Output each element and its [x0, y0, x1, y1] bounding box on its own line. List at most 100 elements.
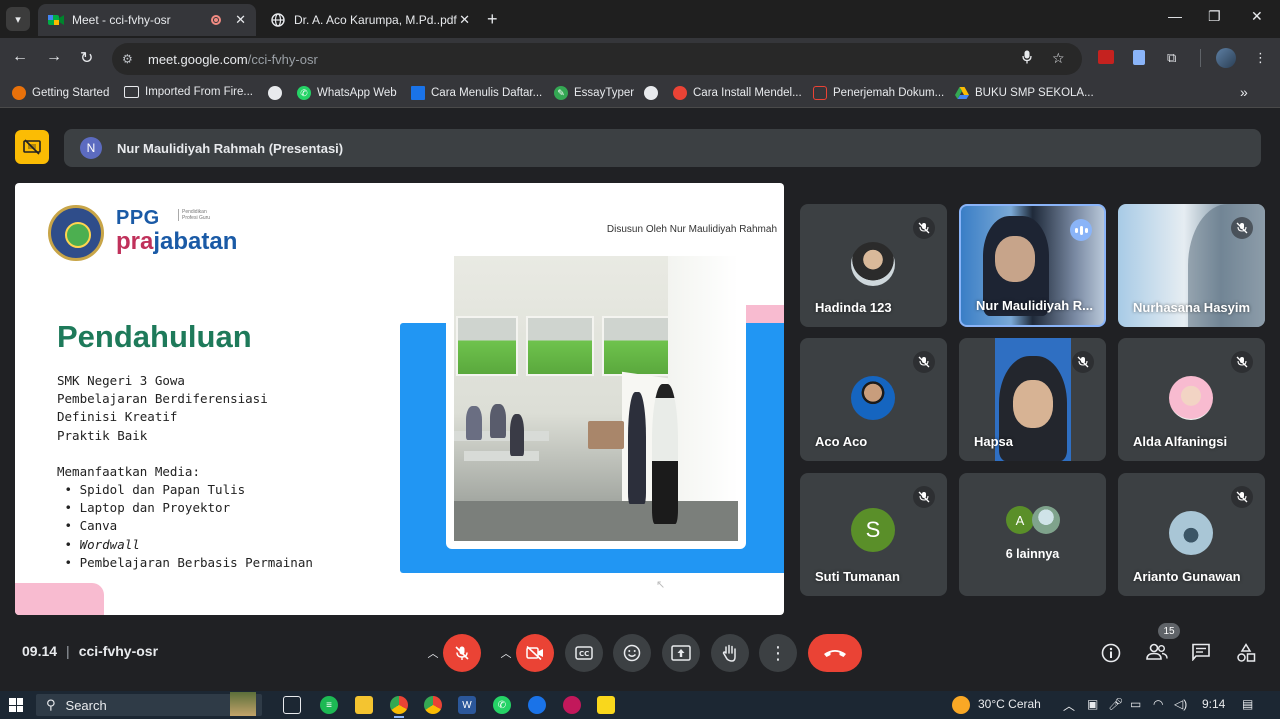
raise-hand-button[interactable]: [711, 634, 749, 672]
meet-tray-icon[interactable]: ▣: [1087, 697, 1098, 711]
bookmarks-bar: Getting Started Imported From Fire... ✆ W…: [0, 80, 1280, 108]
windows-taskbar: ⚲ Search ≡ W ✆ 30°C Cerah ︿ ▣ 🎤︎ ▭ ◠ ◁) …: [0, 691, 1280, 719]
chat-button[interactable]: [1191, 643, 1211, 666]
leave-call-button[interactable]: [808, 634, 862, 672]
minimize-button[interactable]: —: [1168, 8, 1182, 24]
participant-tile[interactable]: Hadinda 123: [800, 204, 947, 327]
bookmark-globe[interactable]: [268, 86, 288, 100]
maps-icon[interactable]: [528, 696, 546, 714]
reactions-button[interactable]: [613, 634, 651, 672]
bookmark-whatsapp[interactable]: ✆ WhatsApp Web: [297, 86, 397, 100]
people-button[interactable]: [1146, 643, 1168, 666]
weather-text[interactable]: 30°C Cerah: [978, 697, 1041, 711]
bookmark-star-icon[interactable]: ☆: [1052, 50, 1065, 67]
camera-toggle-button[interactable]: [516, 634, 554, 672]
activities-button[interactable]: [1236, 643, 1256, 668]
wifi-icon[interactable]: ◠: [1153, 697, 1163, 711]
people-icon: [1146, 643, 1168, 660]
tab-pdf[interactable]: Dr. A. Aco Karumpa, M.Pd..pdf ✕: [260, 4, 480, 36]
word-icon[interactable]: W: [458, 696, 476, 714]
captions-button[interactable]: CC: [565, 634, 603, 672]
muted-mic-icon: [913, 351, 935, 373]
participant-tile[interactable]: Alda Alfaningsi: [1118, 338, 1265, 461]
bookmark-daftar[interactable]: Cara Menulis Daftar...: [411, 86, 542, 100]
file-explorer-icon[interactable]: [355, 696, 373, 714]
hand-icon: [722, 644, 736, 662]
weather-sun-icon[interactable]: [952, 696, 970, 714]
bookmark-mendeley[interactable]: Cara Install Mendel...: [673, 86, 802, 100]
microphone-icon[interactable]: [1022, 50, 1032, 67]
site-info-icon[interactable]: ⚙: [122, 52, 140, 66]
show-hidden-icons-button[interactable]: ︿: [1063, 697, 1075, 714]
docs-extension-icon[interactable]: [1133, 50, 1145, 65]
restore-button[interactable]: ❐: [1208, 8, 1221, 25]
people-count-badge: 15: [1158, 623, 1180, 639]
bookmark-essaytyper[interactable]: ✎ EssayTyper: [554, 86, 634, 100]
extension-icon[interactable]: [1098, 50, 1114, 64]
task-view-icon[interactable]: [283, 696, 301, 714]
notifications-icon[interactable]: ▤: [1242, 697, 1253, 711]
extensions-puzzle-icon[interactable]: ⧉: [1167, 50, 1176, 66]
microphone-toggle-button[interactable]: [443, 634, 481, 672]
browser-tab-bar: ▾ Meet - cci-fvhy-osr ✕ Dr. A. Aco Karum…: [0, 0, 1280, 38]
slide-item: Praktik Baik: [57, 427, 148, 443]
audio-options-button[interactable]: ︿: [421, 634, 445, 672]
close-tab-icon[interactable]: ✕: [235, 12, 246, 28]
new-tab-button[interactable]: +: [487, 9, 498, 30]
firefox-icon: [12, 86, 26, 100]
participant-tile-active-speaker[interactable]: Nur Maulidiyah R...: [959, 204, 1106, 327]
forward-button[interactable]: →: [46, 48, 62, 66]
windows-start-button[interactable]: [9, 698, 23, 712]
bookmark-imported[interactable]: Imported From Fire...: [124, 86, 253, 98]
muted-mic-icon: [1231, 351, 1253, 373]
close-window-button[interactable]: ✕: [1251, 8, 1263, 25]
meeting-details-button[interactable]: [1101, 643, 1121, 668]
participant-initial-avatar: A: [1006, 506, 1034, 534]
participant-tile[interactable]: S Suti Tumanan: [800, 473, 947, 596]
tab-meet[interactable]: Meet - cci-fvhy-osr ✕: [38, 4, 256, 36]
chrome-profile-icon[interactable]: [424, 696, 442, 714]
chrome-menu-icon[interactable]: ⋮: [1254, 50, 1267, 66]
participant-name: Hapsa: [974, 434, 1014, 449]
taskbar-search-box[interactable]: ⚲ Search: [36, 692, 262, 716]
slide-heading: Pendahuluan: [57, 319, 252, 354]
reload-button[interactable]: ↻: [80, 48, 93, 68]
more-options-button[interactable]: ⋮: [759, 634, 797, 672]
participant-tile[interactable]: Aco Aco: [800, 338, 947, 461]
participant-initial-avatar: S: [851, 508, 895, 552]
mic-tray-icon[interactable]: 🎤︎: [1108, 697, 1123, 711]
volume-icon[interactable]: ◁): [1174, 697, 1187, 711]
chrome-icon[interactable]: [390, 696, 408, 718]
participant-tile[interactable]: Arianto Gunawan: [1118, 473, 1265, 596]
bookmark-globe-2[interactable]: [644, 86, 664, 100]
presenter-avatar: N: [80, 137, 102, 159]
taskbar-clock[interactable]: 9:14: [1202, 697, 1225, 711]
back-button[interactable]: ←: [12, 48, 28, 66]
whatsapp-icon[interactable]: ✆: [493, 696, 511, 714]
slide-body: SMK Negeri 3 Gowa Pembelajaran Berdifere…: [57, 372, 313, 572]
stop-presenting-button[interactable]: [15, 130, 49, 164]
participant-tile[interactable]: Nurhasana Hasyim: [1118, 204, 1265, 327]
bookmark-buku-smp[interactable]: BUKU SMP SEKOLA...: [955, 86, 1094, 100]
mic-off-icon: [455, 646, 469, 660]
tab-search-button[interactable]: ▾: [6, 7, 30, 31]
participant-tile[interactable]: Hapsa: [959, 338, 1106, 461]
url-text[interactable]: meet.google.com/cci-fvhy-osr: [148, 52, 318, 67]
close-tab-icon[interactable]: ✕: [459, 12, 470, 28]
slide-item: SMK Negeri 3 Gowa: [57, 373, 185, 388]
battery-icon[interactable]: ▭: [1130, 697, 1141, 711]
profile-avatar[interactable]: [1216, 48, 1236, 68]
paint-icon[interactable]: [563, 696, 581, 714]
bookmark-penerjemah[interactable]: Penerjemah Dokum...: [813, 86, 944, 100]
more-bookmarks-button[interactable]: »: [1240, 84, 1248, 100]
muted-mic-icon: [1072, 351, 1094, 373]
logo-ppg-text: PPG: [116, 207, 160, 229]
sticky-notes-icon[interactable]: [597, 696, 615, 714]
present-now-button[interactable]: [662, 634, 700, 672]
address-bar[interactable]: ⚙ meet.google.com/cci-fvhy-osr ☆: [112, 43, 1082, 75]
bookmark-getting-started[interactable]: Getting Started: [12, 86, 109, 100]
spotify-icon[interactable]: ≡: [320, 696, 338, 714]
more-participants-tile[interactable]: A 6 lainnya: [959, 473, 1106, 596]
video-options-button[interactable]: ︿: [494, 634, 518, 672]
participant-name: Nur Maulidiyah R...: [976, 298, 1094, 313]
